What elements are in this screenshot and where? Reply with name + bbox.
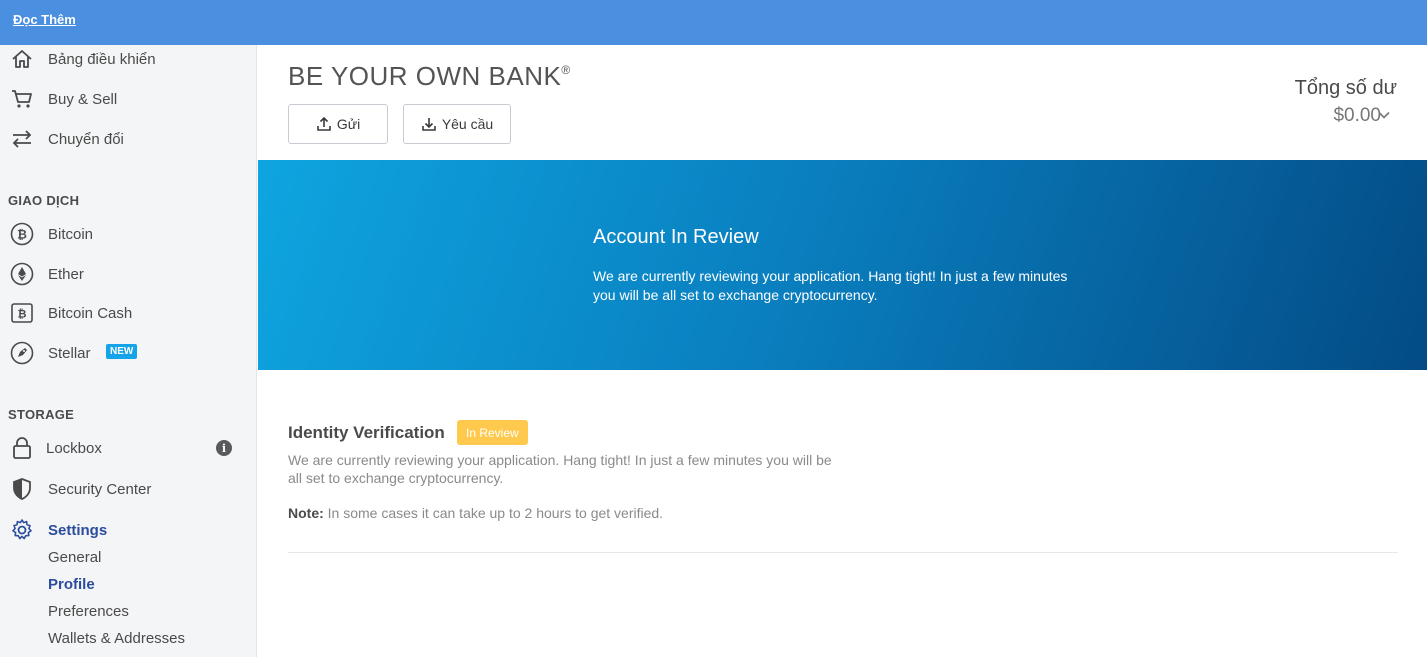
read-more-link[interactable]: Đọc Thêm (13, 12, 76, 27)
registered-mark: ® (561, 63, 571, 77)
sidebar-item-security-center[interactable]: Security Center (0, 471, 257, 507)
total-balance-label: Tổng số dư (1294, 77, 1397, 99)
ether-icon (10, 262, 34, 286)
status-badge: In Review (457, 420, 528, 445)
new-badge: NEW (106, 344, 138, 359)
sidebar-item-ether[interactable]: Ether (0, 256, 257, 292)
settings-sub-wallets-addresses[interactable]: Wallets & Addresses (48, 630, 185, 647)
settings-sub-preferences[interactable]: Preferences (48, 603, 129, 620)
request-button[interactable]: Yêu cầu (403, 104, 511, 144)
page-title-text: BE YOUR OWN BANK (288, 61, 562, 91)
divider (288, 552, 1398, 553)
identity-verification-description: We are currently reviewing your applicat… (288, 452, 832, 486)
sidebar-item-dashboard[interactable]: Bảng điều khiển (0, 41, 257, 77)
svg-text:₿: ₿ (17, 228, 27, 242)
sidebar-item-label: Bitcoin Cash (48, 304, 133, 322)
upload-icon (317, 116, 331, 131)
sidebar-item-label: Buy & Sell (48, 90, 118, 108)
home-icon (10, 47, 34, 71)
note-label: Note: (288, 505, 324, 521)
cart-icon (10, 87, 34, 111)
section-title-storage: STORAGE (8, 407, 75, 422)
sidebar: Bảng điều khiển Buy & Sell Chuyển đổi GI… (0, 45, 257, 657)
send-button[interactable]: Gửi (288, 104, 388, 144)
sidebar-item-label: Ether (48, 265, 84, 283)
stellar-icon (10, 341, 34, 365)
identity-verification-title: Identity Verification (288, 423, 445, 442)
sidebar-item-bitcoin[interactable]: ₿ Bitcoin (0, 216, 257, 252)
page-title: BE YOUR OWN BANK® (288, 61, 571, 92)
sidebar-item-exchange[interactable]: Chuyển đổi (0, 121, 257, 157)
lock-icon (10, 436, 34, 460)
svg-text:₿: ₿ (18, 308, 27, 321)
shield-icon (10, 477, 34, 501)
sidebar-item-label: Security Center (48, 480, 152, 498)
send-button-label: Gửi (336, 116, 361, 132)
sidebar-item-buy-sell[interactable]: Buy & Sell (0, 81, 257, 117)
sidebar-item-bitcoin-cash[interactable]: ₿ Bitcoin Cash (0, 295, 257, 331)
section-title-transactions: GIAO DỊCH (8, 193, 80, 208)
sidebar-item-settings[interactable]: Settings (0, 512, 257, 548)
sidebar-item-label: Bảng điều khiển (48, 50, 156, 68)
banner-text: We are currently reviewing your applicat… (593, 268, 1068, 303)
gear-icon (10, 518, 34, 542)
settings-sub-general[interactable]: General (48, 549, 101, 566)
sidebar-item-label: Bitcoin (48, 225, 94, 243)
note-text: In some cases it can take up to 2 hours … (323, 505, 664, 521)
top-banner: Đọc Thêm (0, 0, 1427, 45)
sidebar-item-label: Stellar (48, 344, 91, 362)
total-balance-value[interactable]: $0.00 (1333, 105, 1381, 127)
settings-sub-profile[interactable]: Profile (48, 576, 95, 593)
sidebar-item-stellar[interactable]: Stellar NEW (0, 335, 257, 371)
sidebar-item-label: Lockbox (46, 439, 102, 457)
sidebar-item-label: Settings (48, 521, 108, 539)
sidebar-item-lockbox[interactable]: Lockbox i (0, 430, 257, 466)
chevron-down-icon[interactable] (1378, 111, 1390, 119)
banner-title: Account In Review (593, 226, 759, 248)
bitcoin-icon: ₿ (10, 222, 34, 246)
download-icon (422, 118, 436, 131)
info-icon[interactable]: i (216, 440, 232, 456)
sidebar-item-label: Chuyển đổi (48, 130, 124, 148)
swap-icon (10, 127, 34, 151)
bitcoin-cash-icon: ₿ (10, 301, 34, 325)
request-button-label: Yêu cầu (441, 116, 494, 132)
identity-verification-note: Note: In some cases it can take up to 2 … (288, 505, 663, 521)
account-review-banner: Account In Review We are currently revie… (258, 160, 1427, 370)
